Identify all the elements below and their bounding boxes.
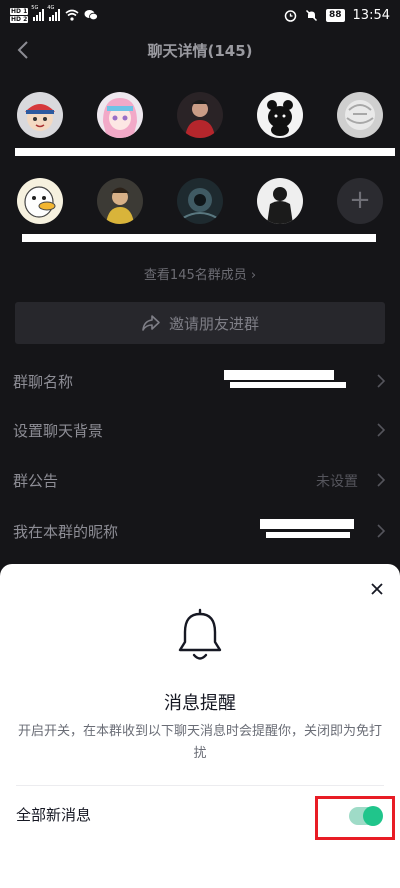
signal-icon: 5G xyxy=(31,5,45,21)
sim-indicator: HD 1 HD 2 xyxy=(10,7,29,23)
dark-photo-avatar xyxy=(177,178,223,224)
all-new-messages-toggle[interactable] xyxy=(349,806,383,826)
announcement-value: 未设置 xyxy=(316,474,358,490)
duck-avatar xyxy=(17,178,63,224)
share-icon xyxy=(142,315,160,331)
anime-girl-avatar xyxy=(97,92,143,138)
group-name-label: 群聊名称 xyxy=(13,373,74,391)
signal-icon-2: 4G xyxy=(47,5,61,21)
my-nickname-label: 我在本群的昵称 xyxy=(13,523,119,541)
group-name-value-redacted xyxy=(224,370,334,380)
add-member-button[interactable]: + xyxy=(337,178,383,224)
net2-label: 4G xyxy=(47,5,55,11)
sheet-description: 开启开关，在本群收到以下聊天消息时会提醒你，关闭即为免打扰 xyxy=(17,724,382,761)
member-avatar-2[interactable] xyxy=(97,92,143,138)
chevron-right-icon xyxy=(377,374,386,388)
alarm-icon xyxy=(284,9,297,22)
mute-icon xyxy=(305,9,318,21)
announcement-label: 群公告 xyxy=(13,472,59,490)
boy-cap-avatar xyxy=(17,92,63,138)
divider xyxy=(16,785,384,786)
chevron-right-icon xyxy=(377,423,386,437)
person-avatar xyxy=(97,178,143,224)
bear-avatar xyxy=(257,92,303,138)
member-avatar-9[interactable] xyxy=(257,178,303,224)
net1-label: 5G xyxy=(31,5,39,11)
member-avatar-7[interactable] xyxy=(97,178,143,224)
chevron-right-icon xyxy=(377,473,386,487)
photo-avatar xyxy=(177,92,223,138)
group-name-row[interactable]: 群聊名称 xyxy=(0,356,400,406)
notification-sheet: 消息提醒 开启开关，在本群收到以下聊天消息时会提醒你，关闭即为免打扰 全部新消息 xyxy=(0,564,400,888)
all-new-messages-label: 全部新消息 xyxy=(16,806,92,824)
invite-label: 邀请朋友进群 xyxy=(168,314,259,333)
member-avatar-4[interactable] xyxy=(257,92,303,138)
nickname-value-redacted xyxy=(260,519,354,529)
plus-icon: + xyxy=(349,185,371,215)
wifi-icon xyxy=(65,9,79,21)
page-title: 聊天详情(145) xyxy=(147,42,253,60)
sheet-title: 消息提醒 xyxy=(164,693,236,714)
view-all-members-link[interactable]: 查看145名群成员 › xyxy=(0,264,400,283)
invite-friends-button[interactable]: 邀请朋友进群 xyxy=(15,302,385,344)
sim2-label: HD 2 xyxy=(10,15,29,23)
chat-background-label: 设置聊天背景 xyxy=(13,422,104,440)
clock: 13:54 xyxy=(352,7,390,23)
my-nickname-row[interactable]: 我在本群的昵称 xyxy=(0,506,400,556)
status-bar: HD 1 HD 2 5G 4G 88 13:54 xyxy=(0,0,400,30)
toggle-knob xyxy=(363,806,383,826)
member-avatar-5[interactable] xyxy=(337,92,383,138)
announcement-row[interactable]: 群公告 未设置 xyxy=(0,455,400,505)
chevron-right-icon xyxy=(377,524,386,538)
member-names-redacted xyxy=(15,148,395,156)
member-names-redacted-2 xyxy=(22,234,376,242)
member-avatar-6[interactable] xyxy=(17,178,63,224)
member-avatar-8[interactable] xyxy=(177,178,223,224)
chat-background-row[interactable]: 设置聊天背景 xyxy=(0,405,400,455)
sim1-label: HD 1 xyxy=(10,7,29,15)
wechat-icon xyxy=(84,10,99,21)
close-icon[interactable] xyxy=(368,580,386,598)
battery-indicator: 88 xyxy=(326,8,345,22)
pattern-avatar xyxy=(337,92,383,138)
member-avatar-1[interactable] xyxy=(17,92,63,138)
nickname-value-redacted-2 xyxy=(266,532,350,538)
header: 聊天详情(145) xyxy=(0,30,400,70)
silhouette-avatar xyxy=(257,178,303,224)
member-avatar-3[interactable] xyxy=(177,92,223,138)
group-name-value-redacted-2 xyxy=(230,382,346,388)
bell-icon xyxy=(178,608,222,660)
